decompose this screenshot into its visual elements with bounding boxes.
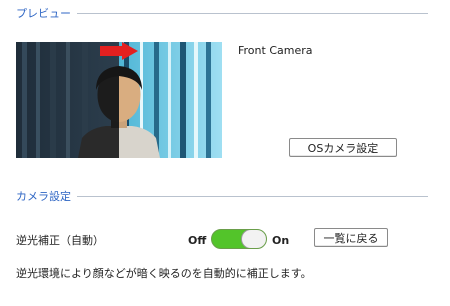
toggle-knob	[241, 230, 266, 248]
section-divider	[77, 12, 428, 14]
camera-name: Front Camera	[238, 44, 313, 57]
section-divider	[77, 195, 428, 197]
toggle-off-label: Off	[188, 234, 207, 247]
os-camera-settings-button[interactable]: OSカメラ設定	[289, 138, 397, 157]
backlight-description: 逆光環境により顔などが暗く映るのを自動的に補正します。	[16, 267, 312, 280]
backlight-compensation-toggle[interactable]	[211, 229, 267, 249]
camera-settings-section-title: カメラ設定	[16, 190, 71, 203]
backlight-compensation-label: 逆光補正（自動）	[16, 234, 104, 247]
preview-section-header: プレビュー	[16, 6, 428, 20]
camera-settings-section-header: カメラ設定	[16, 189, 428, 203]
camera-preview	[16, 42, 222, 158]
preview-section-title: プレビュー	[16, 7, 71, 20]
toggle-on-label: On	[272, 234, 290, 247]
back-to-list-button[interactable]: 一覧に戻る	[314, 228, 388, 247]
camera-preview-image	[16, 42, 222, 158]
